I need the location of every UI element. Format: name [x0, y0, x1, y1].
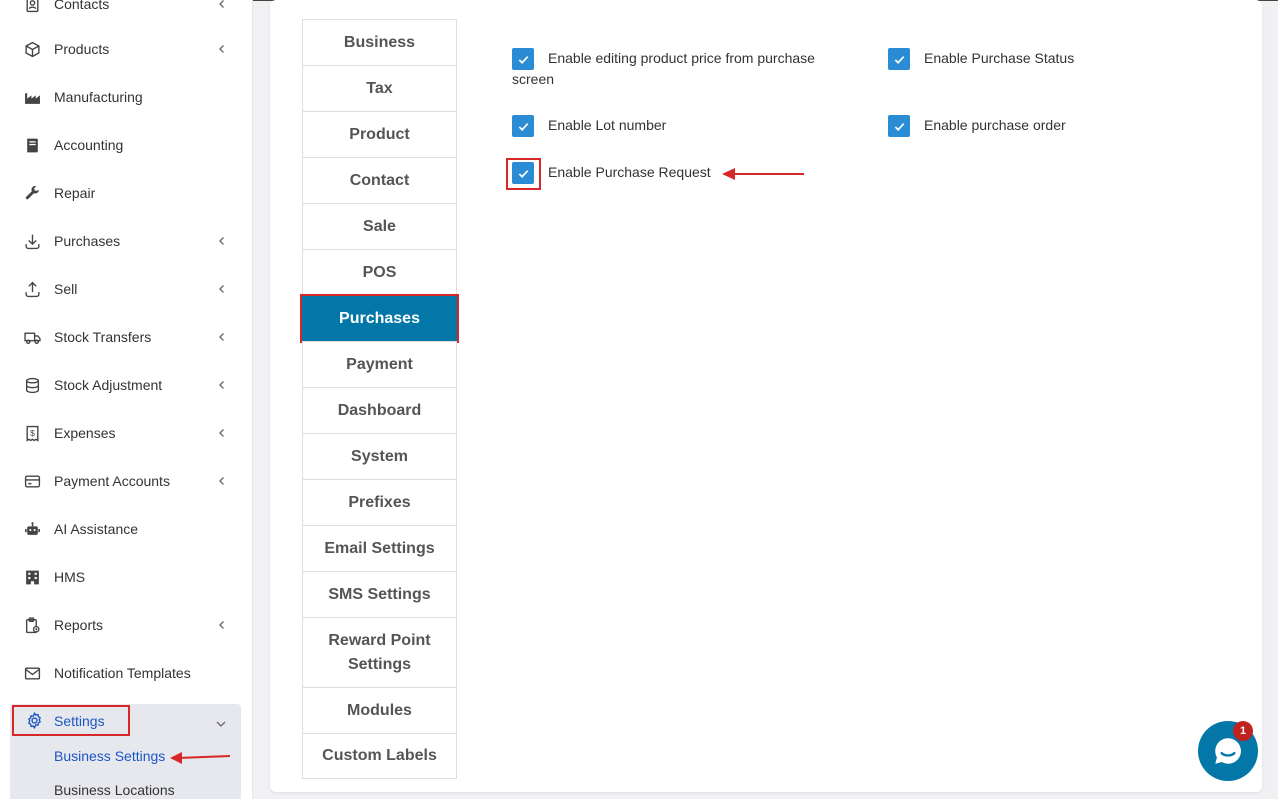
sidebar-subitem-business-settings[interactable]: Business Settings — [54, 748, 165, 764]
database-icon — [22, 375, 42, 395]
factory-icon — [22, 87, 42, 107]
notification-badge: 1 — [1233, 721, 1253, 741]
tab-sale[interactable]: Sale — [302, 203, 457, 250]
checkmark-icon — [518, 169, 528, 178]
chevron-left-icon — [217, 332, 227, 342]
envelope-icon — [22, 663, 42, 683]
sidebar-item-settings[interactable]: Settings — [12, 705, 130, 736]
checkbox-purchase-status[interactable] — [888, 48, 910, 70]
sidebar-item-purchases[interactable]: Purchases — [10, 219, 241, 263]
robot-icon — [22, 519, 42, 539]
svg-text:$: $ — [30, 428, 35, 438]
sidebar-item-products[interactable]: Products — [10, 27, 241, 71]
sidebar-item-stock-adjustment[interactable]: Stock Adjustment — [10, 363, 241, 407]
sidebar-item-label: Contacts — [54, 0, 110, 12]
chevron-down-icon[interactable] — [215, 716, 227, 727]
sidebar-item-label: Expenses — [54, 425, 116, 441]
truck-icon — [22, 327, 42, 347]
sidebar-item-notification-templates[interactable]: Notification Templates — [10, 651, 241, 695]
sidebar-item-label: Repair — [54, 185, 96, 201]
clipboard-report-icon — [22, 615, 42, 635]
sidebar-item-label: Purchases — [54, 233, 121, 249]
checkmark-icon — [894, 55, 904, 64]
option-label-purchase-request: Enable Purchase Request — [548, 164, 711, 180]
chevron-left-icon — [217, 380, 227, 390]
sidebar-item-repair[interactable]: Repair — [10, 171, 241, 215]
sidebar-item-reports[interactable]: Reports — [10, 603, 241, 647]
sidebar-item-label: HMS — [54, 569, 86, 585]
sidebar: Contacts Products Manufacturing Accounti… — [0, 0, 253, 799]
chevron-left-icon — [217, 284, 227, 294]
option-label-purchase-order: Enable purchase order — [924, 117, 1066, 133]
sidebar-item-ai-assistance[interactable]: AI Assistance — [10, 507, 241, 551]
book-icon — [22, 135, 42, 155]
credit-card-icon — [22, 471, 42, 491]
annotation-arrow — [170, 752, 231, 764]
sidebar-item-label: Stock Adjustment — [54, 377, 163, 393]
tab-dashboard[interactable]: Dashboard — [302, 387, 457, 434]
sidebar-item-label: Accounting — [54, 137, 124, 153]
sidebar-item-label: Reports — [54, 617, 104, 633]
sidebar-item-label: Stock Transfers — [54, 329, 152, 345]
tab-product[interactable]: Product — [302, 111, 457, 158]
checkmark-icon — [518, 122, 528, 131]
annotation-arrow — [722, 168, 804, 180]
tab-tax[interactable]: Tax — [302, 65, 457, 112]
tab-modules[interactable]: Modules — [302, 687, 457, 734]
building-icon — [22, 567, 42, 587]
tab-custom-labels[interactable]: Custom Labels — [302, 733, 457, 779]
option-label-lot-number: Enable Lot number — [548, 117, 667, 133]
tab-payment[interactable]: Payment — [302, 341, 457, 388]
tab-sms-settings[interactable]: SMS Settings — [302, 571, 457, 618]
tab-pos[interactable]: POS — [302, 249, 457, 296]
sidebar-item-hms[interactable]: HMS — [10, 555, 241, 599]
sidebar-subitem-business-locations[interactable]: Business Locations — [54, 782, 175, 798]
sidebar-item-payment-accounts[interactable]: Payment Accounts — [10, 459, 241, 503]
chevron-left-icon — [217, 44, 227, 54]
chevron-left-icon — [217, 236, 227, 246]
tab-contact[interactable]: Contact — [302, 157, 457, 204]
wrench-icon — [22, 183, 42, 203]
sidebar-item-stock-transfers[interactable]: Stock Transfers — [10, 315, 241, 359]
checkmark-icon — [894, 122, 904, 131]
tab-business[interactable]: Business — [302, 19, 457, 66]
sidebar-item-contacts[interactable]: Contacts — [10, 0, 241, 26]
chevron-left-icon — [217, 428, 227, 438]
sidebar-item-manufacturing[interactable]: Manufacturing — [10, 75, 241, 119]
sidebar-item-label: AI Assistance — [54, 521, 139, 537]
chevron-left-icon — [217, 476, 227, 486]
sidebar-item-label: Products — [54, 41, 110, 57]
tab-purchases[interactable]: Purchases — [300, 294, 459, 343]
sidebar-item-label: Payment Accounts — [54, 473, 170, 489]
gear-icon — [24, 711, 44, 731]
sidebar-item-label: Settings — [54, 712, 105, 729]
sidebar-item-label: Notification Templates — [54, 665, 191, 681]
tab-prefixes[interactable]: Prefixes — [302, 479, 457, 526]
sidebar-item-accounting[interactable]: Accounting — [10, 123, 241, 167]
option-label-purchase-status: Enable Purchase Status — [924, 50, 1075, 66]
tab-system[interactable]: System — [302, 433, 457, 480]
receipt-dollar-icon: $ — [22, 423, 42, 443]
sidebar-item-label: Manufacturing — [54, 89, 143, 105]
option-label-edit-price: Enable editing product price from purcha… — [512, 50, 815, 87]
checkbox-purchase-order[interactable] — [888, 115, 910, 137]
cube-icon — [22, 39, 42, 59]
chevron-left-icon — [217, 620, 227, 630]
sidebar-item-label: Sell — [54, 281, 78, 297]
upload-icon — [22, 279, 42, 299]
tab-email-settings[interactable]: Email Settings — [302, 525, 457, 572]
checkbox-lot-number[interactable] — [512, 115, 534, 137]
checkbox-purchase-request[interactable] — [512, 162, 534, 184]
download-icon — [22, 231, 42, 251]
tab-reward-point-settings[interactable]: Reward Point Settings — [302, 617, 457, 688]
chevron-left-icon — [217, 0, 227, 9]
contacts-icon — [22, 0, 42, 14]
sidebar-item-expenses[interactable]: $ Expenses — [10, 411, 241, 455]
sidebar-item-sell[interactable]: Sell — [10, 267, 241, 311]
